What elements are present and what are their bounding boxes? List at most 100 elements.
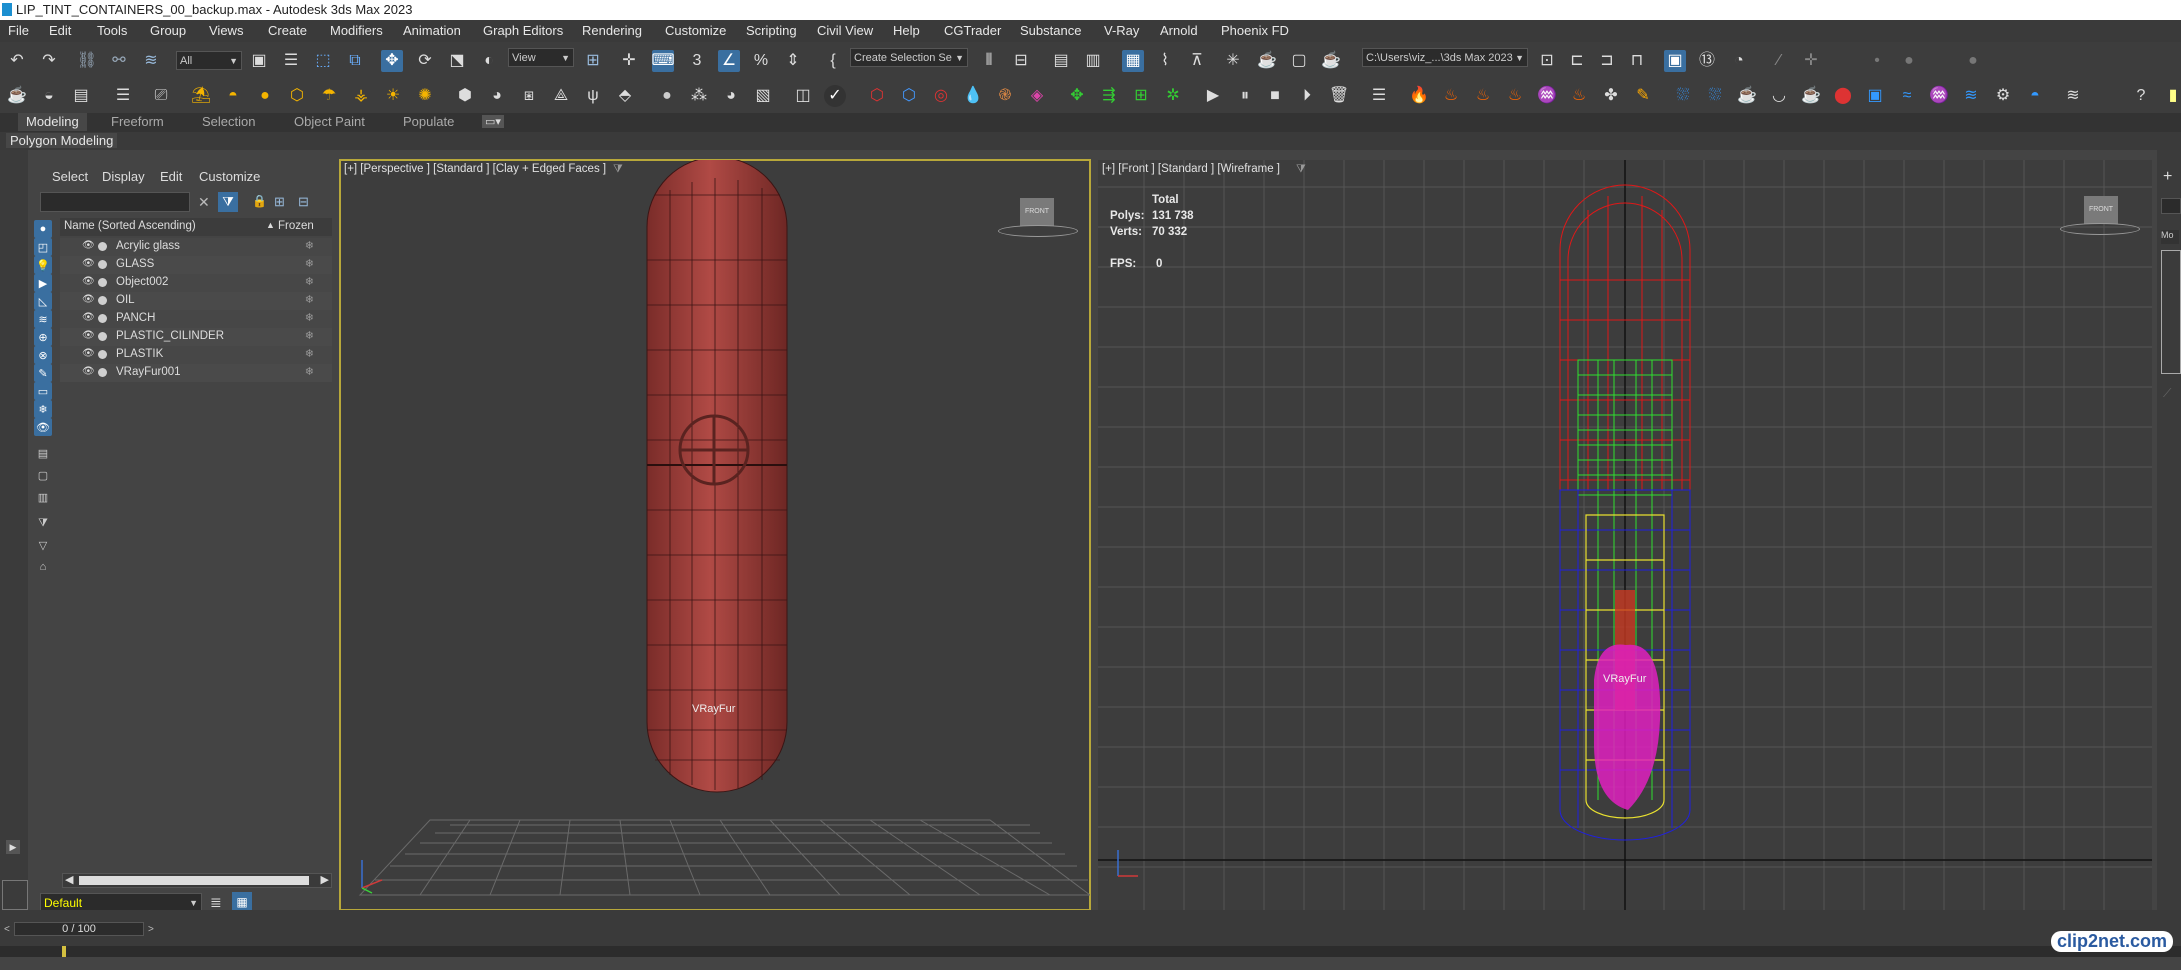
scale-icon[interactable]: ⬔ [446,50,468,72]
menu-edit[interactable]: Edit [49,23,71,38]
eye-icon[interactable]: 👁 [82,331,95,341]
bind-spacewarp-icon[interactable]: ≋ [140,50,162,72]
eye-icon[interactable]: 👁 [82,277,95,287]
render-icon[interactable]: ☕ [1320,50,1342,72]
play-icon[interactable]: ▶ [1202,85,1224,107]
viewport-config-icon[interactable] [2,880,28,910]
keyboard-shortcut-icon[interactable]: ⌨ [651,50,675,72]
scene-explorer-toggle-icon[interactable]: ▤ [1050,50,1072,72]
menu-file[interactable]: File [8,23,29,38]
bowl-icon[interactable]: ◡ [1768,85,1790,107]
box-pink-icon[interactable]: ◈ [1026,85,1048,107]
freeze-icon[interactable]: ❄ [305,239,314,252]
ref-coord-dropdown[interactable]: View ▼ [508,48,574,67]
grass-icon[interactable]: ψ [582,85,604,107]
viewcube-ring[interactable] [2060,223,2140,235]
dome-light-icon[interactable]: ◓ [222,85,244,107]
viewport-layout-icon[interactable]: ▣ [1664,50,1686,72]
percent-snap-icon[interactable]: % [750,50,772,72]
ocean-surface-icon[interactable]: ◓ [2024,85,2046,107]
scene-row[interactable]: 👁 Acrylic glass ❄ [60,238,332,256]
pivot-icon[interactable]: ⊞ [582,50,604,72]
drop-icon[interactable]: 💧 [962,85,984,107]
scene-horizontal-scrollbar[interactable]: ◀ ▶ [62,873,332,888]
dot-large-icon[interactable]: ● [1962,50,1984,72]
scene-menu-customize[interactable]: Customize [199,169,260,184]
scene-search-input[interactable] [40,192,190,212]
select-by-name-icon[interactable]: ☰ [280,50,302,72]
freeze-icon[interactable]: ❄ [305,329,314,342]
stop-icon[interactable]: ■ [1264,85,1286,107]
fire-icon[interactable]: 🔥 [1408,85,1430,107]
mirror-icon[interactable]: ⫴ [978,50,1000,72]
ribbon-options-icon[interactable]: ▭▾ [482,115,504,128]
menu-arnold[interactable]: Arnold [1160,23,1198,38]
menu-civil-view[interactable]: Civil View [817,23,873,38]
crosshair-icon[interactable]: ✛ [1800,50,1822,72]
help-icon[interactable]: ? [2130,85,2152,107]
xref-filter-icon[interactable]: ⊗ [34,346,52,364]
modifier-label[interactable]: Mo [2161,230,2179,244]
named-selection-dropdown[interactable]: Create Selection Se ▼ [850,48,968,67]
filter-icon[interactable]: ⧩ [218,192,238,212]
brush-fire-icon[interactable]: ✎ [1632,85,1654,107]
expand-arrow-icon[interactable]: ▶ [6,840,20,854]
modifier-list-box[interactable] [2161,250,2181,374]
select-manipulate-icon[interactable]: ✛ [618,50,640,72]
menu-customize[interactable]: Customize [665,23,726,38]
light-filter-icon[interactable]: 💡 [34,256,52,274]
counter-icon[interactable]: ⑬ [1696,50,1718,72]
redo-icon[interactable]: ↷ [38,50,60,72]
torch-icon[interactable]: ♨ [1568,85,1590,107]
cube-blue-icon[interactable]: ⬡ [898,85,920,107]
angle-snap-icon[interactable]: ∠ [718,50,740,72]
proxy-icon[interactable]: ⬢ [454,85,476,107]
smoke-icon[interactable]: ♒ [1536,85,1558,107]
cube-red-icon[interactable]: ⬡ [866,85,888,107]
wave-tex-icon[interactable]: ≋ [2062,85,2084,107]
brush-icon[interactable]: ⁄ [1768,50,1790,72]
scroll-left-icon[interactable]: ◀ [65,873,73,886]
eye-icon[interactable]: 👁 [82,295,95,305]
vray-logo-icon[interactable]: ✓ [824,85,846,107]
liquid-source-icon[interactable]: ⛆ [1704,85,1726,107]
fire-grid-icon[interactable]: ♨ [1472,85,1494,107]
shape-filter-icon[interactable]: ◰ [34,238,52,256]
unlink-icon[interactable]: ⚯ [108,50,130,72]
ies-light-icon[interactable]: ☂ [318,85,340,107]
curve-editor-icon[interactable]: ⌇ [1154,50,1176,72]
helper-filter-icon[interactable]: ◺ [34,292,52,310]
create-panel-icon[interactable]: + [2163,168,2172,186]
tab-selection[interactable]: Selection [202,114,255,129]
invert-icon[interactable]: ▥ [34,488,52,506]
eye-icon[interactable]: 👁 [82,367,95,377]
polygon-modeling-label[interactable]: Polygon Modeling [6,133,118,148]
link-filter-icon[interactable]: ⌂ [34,558,52,576]
frozen-filter-icon[interactable]: ❄ [34,400,52,418]
menu-cgtrader[interactable]: CGTrader [944,23,1001,38]
scene-row[interactable]: 👁 VRayFur001 ❄ [60,364,332,382]
circle-red-icon[interactable]: ◎ [930,85,952,107]
menu-modifiers[interactable]: Modifiers [330,23,383,38]
scene-row[interactable]: 👁 Object002 ❄ [60,274,332,292]
liquid-icon[interactable]: ⛆ [1672,85,1694,107]
scene-menu-display[interactable]: Display [102,169,145,184]
scene-row[interactable]: 👁 OIL ❄ [60,292,332,310]
display-none-icon[interactable]: ▢ [34,466,52,484]
vfb-icon[interactable]: ▧ [752,85,774,107]
scroll-right-icon[interactable]: ▶ [321,873,329,886]
container-filter-icon[interactable]: ▭ [34,382,52,400]
lamp-icon[interactable]: ⛱ [190,85,212,107]
column-frozen-header[interactable]: Frozen [278,220,314,232]
link-icon[interactable]: ⛓ [76,50,98,72]
freeze-icon[interactable]: ❄ [305,311,314,324]
ambient-light-icon[interactable]: ⚶ [350,85,372,107]
display-all-icon[interactable]: ▤ [34,444,52,462]
schematic-view-icon[interactable]: ⊼ [1186,50,1208,72]
hierarchy-icon[interactable]: ⊞ [274,194,285,210]
xref-icon[interactable]: ⊐ [1596,50,1618,72]
menu-phoenix-fd[interactable]: Phoenix FD [1221,23,1289,38]
material-editor-icon[interactable]: ✳ [1222,50,1244,72]
layer-manager-icon[interactable]: ▦ [232,892,252,912]
project-folder-icon[interactable]: ⊡ [1536,50,1558,72]
